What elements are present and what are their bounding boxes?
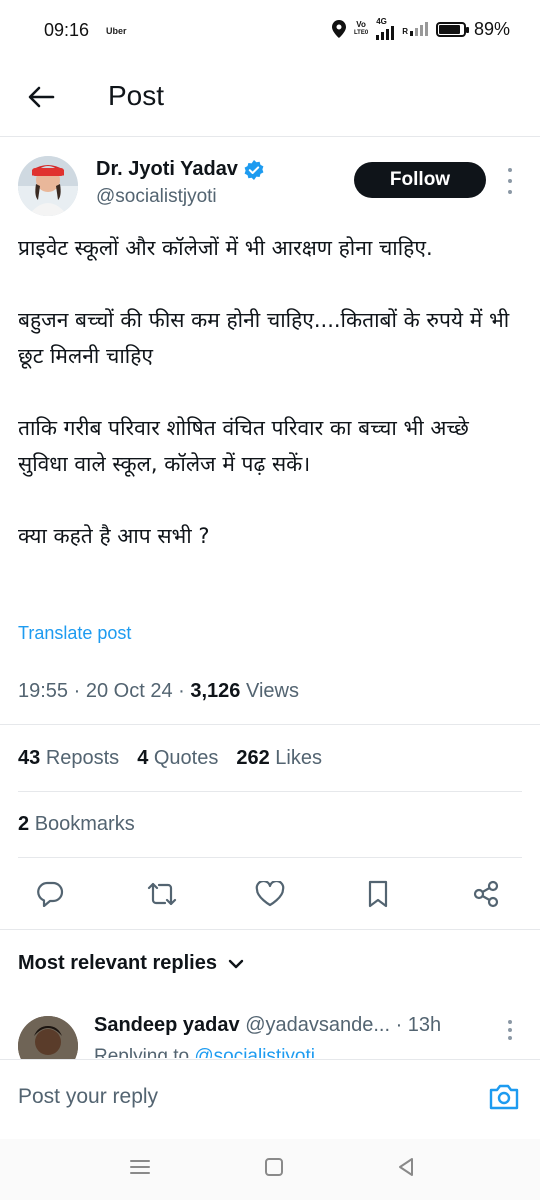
avatar-image [18, 156, 78, 216]
views-label: Views [246, 680, 299, 702]
back-nav-button[interactable] [386, 1152, 426, 1182]
back-button[interactable] [20, 76, 62, 118]
battery-percent: 89% [473, 18, 510, 39]
page-title: Post [108, 80, 165, 111]
home-button[interactable] [254, 1152, 294, 1182]
reply-more-options-icon[interactable] [506, 1020, 514, 1040]
post-paragraph: क्या कहते है आप सभी ? [18, 524, 210, 548]
post-stats: 43 Reposts 4 Quotes 262 Likes [18, 747, 322, 770]
uber-notification-icon: Uber [106, 26, 127, 36]
square-icon [265, 1158, 283, 1176]
verified-badge-icon [244, 159, 264, 180]
author-name[interactable]: Dr. Jyoti Yadav [96, 158, 264, 181]
author-avatar[interactable] [18, 156, 78, 216]
post-paragraph: ताकि गरीब परिवार शोषित वंचित परिवार का ब… [18, 416, 469, 476]
repost-icon [147, 882, 177, 906]
repost-button[interactable] [126, 872, 198, 916]
post-text: प्राइवेट स्कूलों और कॉलेजों में भी आरक्ष… [18, 230, 524, 554]
actions-divider [0, 929, 540, 930]
post-paragraph: प्राइवेट स्कूलों और कॉलेजों में भी आरक्ष… [18, 236, 433, 260]
reply-to-handle-link[interactable]: @socialistjyoti [194, 1046, 315, 1058]
header-divider [0, 136, 540, 137]
post-date[interactable]: 20 Oct 24 [86, 680, 173, 702]
post-paragraph: बहुजन बच्चों की फीस कम होनी चाहिए....कित… [18, 308, 510, 368]
signal-4g-icon: 4G [376, 18, 395, 40]
recents-button[interactable] [120, 1152, 160, 1182]
share-icon [473, 880, 499, 908]
chevron-down-icon [228, 959, 244, 968]
more-options-icon[interactable] [500, 168, 520, 194]
menu-icon [130, 1160, 150, 1174]
author-handle[interactable]: @socialistjyoti [96, 186, 217, 208]
bookmark-icon [368, 880, 388, 908]
like-button[interactable] [234, 872, 306, 916]
status-icons: Vo LTE0 4G R 89% [331, 18, 510, 40]
post-time[interactable]: 19:55 [18, 680, 68, 702]
signal-roaming-icon: R [402, 22, 428, 36]
triangle-back-icon [399, 1158, 413, 1176]
reply-author-name[interactable]: Sandeep yadav [94, 1014, 240, 1036]
translate-post-link[interactable]: Translate post [18, 623, 131, 644]
quotes-stat[interactable]: 4 Quotes [137, 747, 218, 770]
reply-input[interactable]: Post your reply [18, 1085, 158, 1109]
follow-button[interactable]: Follow [354, 162, 486, 198]
arrow-left-icon [28, 86, 55, 108]
battery-icon [435, 21, 469, 37]
stats-divider [18, 791, 522, 792]
volte-icon: Vo LTE0 [353, 20, 369, 37]
meta-divider [0, 724, 540, 725]
camera-button[interactable] [486, 1079, 522, 1115]
replies-sort-dropdown[interactable]: Most relevant replies [18, 952, 245, 975]
reply-button[interactable] [18, 872, 90, 916]
status-time: 09:16 [44, 20, 90, 40]
reply-context: Replying to @socialistjyoti [94, 1044, 315, 1058]
bookmarks-divider [18, 857, 522, 858]
reposts-stat[interactable]: 43 Reposts [18, 747, 119, 770]
reply-icon [37, 881, 64, 907]
post-actions [18, 872, 522, 916]
like-icon [255, 881, 285, 907]
post-meta: 19:55 · 20 Oct 24 · 3,126 Views [18, 680, 299, 702]
reply-author-handle[interactable]: @yadavsande... [245, 1014, 390, 1036]
likes-stat[interactable]: 262 Likes [236, 747, 322, 770]
reply-time: · 13h [395, 1014, 442, 1036]
camera-icon [489, 1084, 519, 1110]
bookmarks-stat[interactable]: 2 Bookmarks [18, 813, 135, 836]
location-icon [331, 20, 346, 38]
share-button[interactable] [450, 872, 522, 916]
views-count: 3,126 [190, 680, 241, 702]
bookmark-button[interactable] [342, 872, 414, 916]
reply-header: Sandeep yadav @yadavsande... · 13h [94, 1014, 534, 1037]
